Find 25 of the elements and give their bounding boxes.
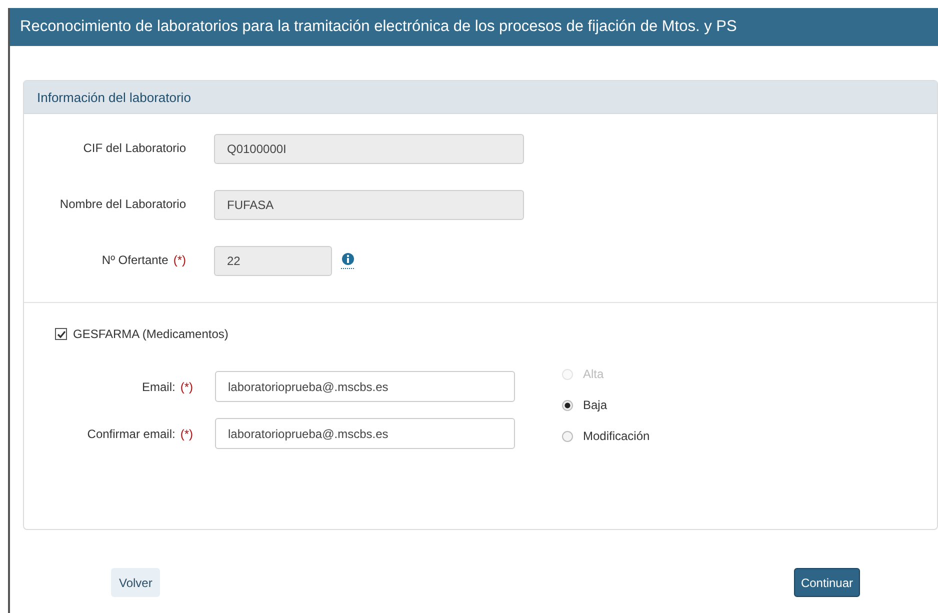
- radio-button[interactable]: [562, 430, 573, 442]
- readonly-field[interactable]: FUFASA: [214, 190, 524, 220]
- email-field[interactable]: laboratorioprueba@.mscbs.es: [215, 371, 515, 402]
- radio-label: Modificación: [583, 429, 650, 443]
- info-icon[interactable]: [340, 252, 356, 270]
- readonly-field[interactable]: Q0100000I: [214, 134, 524, 164]
- radio-button[interactable]: [562, 400, 573, 410]
- readonly-field[interactable]: 22: [214, 246, 332, 276]
- field-label: Nº Ofertante: [102, 253, 168, 267]
- field-label: Email:: [142, 380, 176, 394]
- checkbox[interactable]: [55, 328, 67, 340]
- radio-label: Baja: [583, 398, 608, 412]
- continue-button[interactable]: Continuar: [794, 568, 860, 597]
- panel-title: Información del laboratorio: [37, 90, 191, 104]
- required-mark: (*): [180, 426, 193, 440]
- window-title: Reconocimiento de laboratorios para la tramitación electrónica de los procesos de fijación de Mtos. y PS: [20, 18, 737, 36]
- field-label: Nombre del Laboratorio: [60, 197, 186, 211]
- required-mark: (*): [173, 253, 186, 267]
- checkbox-label: GESFARMA (Medicamentos): [73, 327, 228, 341]
- back-button[interactable]: Volver: [111, 568, 160, 597]
- required-mark: (*): [180, 380, 193, 394]
- field-label: Confirmar email:: [87, 426, 176, 440]
- field-label: CIF del Laboratorio: [83, 141, 186, 155]
- email-field[interactable]: laboratorioprueba@.mscbs.es: [215, 418, 515, 449]
- radio-label: Alta: [583, 367, 604, 381]
